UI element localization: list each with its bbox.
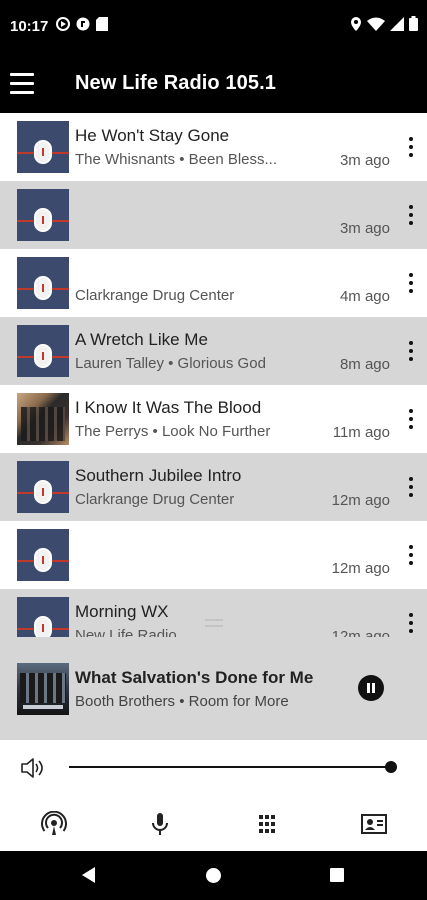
track-title: I Know It Was The Blood bbox=[75, 398, 262, 417]
now-playing-album-art bbox=[17, 663, 69, 715]
app-title: New Life Radio 105.1 bbox=[75, 72, 276, 94]
pause-button[interactable] bbox=[358, 675, 384, 701]
status-system-icons bbox=[350, 16, 418, 31]
track-row[interactable]: Southern Jubilee Intro Clarkrange Drug C… bbox=[0, 453, 427, 521]
more-options-icon[interactable] bbox=[405, 477, 417, 497]
app-status-icon bbox=[76, 17, 90, 31]
track-subtitle: New Life Radio bbox=[75, 627, 177, 637]
album-art bbox=[17, 597, 69, 637]
grid-icon[interactable] bbox=[253, 811, 281, 837]
status-time: 10:17 bbox=[10, 18, 49, 35]
album-art bbox=[17, 529, 69, 581]
track-time: 12m ago bbox=[331, 560, 390, 577]
more-options-icon[interactable] bbox=[405, 273, 417, 293]
volume-icon[interactable] bbox=[20, 757, 44, 779]
podcast-icon[interactable] bbox=[40, 811, 68, 837]
track-subtitle: Lauren Talley • Glorious God bbox=[75, 355, 266, 372]
recently-played-list[interactable]: He Won't Stay Gone The Whisnants • Been … bbox=[0, 113, 427, 637]
album-art bbox=[17, 325, 69, 377]
track-row[interactable]: 12m ago bbox=[0, 521, 427, 589]
more-options-icon[interactable] bbox=[405, 409, 417, 429]
track-time: 8m ago bbox=[339, 356, 390, 373]
microphone-icon[interactable] bbox=[146, 811, 174, 837]
track-time: 11m ago bbox=[332, 424, 390, 441]
home-icon[interactable] bbox=[206, 868, 221, 883]
track-time: 12m ago bbox=[331, 628, 390, 637]
system-navigation-bar bbox=[0, 851, 427, 900]
now-playing-bar[interactable]: What Salvation's Done for Me Booth Broth… bbox=[0, 637, 427, 740]
track-row[interactable]: A Wretch Like Me Lauren Talley • Gloriou… bbox=[0, 317, 427, 385]
more-options-icon[interactable] bbox=[405, 137, 417, 157]
drag-handle[interactable] bbox=[205, 619, 223, 627]
track-subtitle: The Perrys • Look No Further bbox=[75, 423, 271, 440]
track-row[interactable]: Clarkrange Drug Center 4m ago bbox=[0, 249, 427, 317]
contact-card-icon[interactable] bbox=[360, 811, 388, 837]
status-bar: 10:17 bbox=[0, 0, 427, 54]
track-subtitle: The Whisnants • Been Bless... bbox=[75, 151, 278, 168]
battery-icon bbox=[409, 16, 418, 31]
volume-slider-thumb[interactable] bbox=[385, 761, 397, 773]
more-options-icon[interactable] bbox=[405, 545, 417, 565]
track-title: Southern Jubilee Intro bbox=[75, 466, 242, 485]
album-art bbox=[17, 461, 69, 513]
album-art bbox=[17, 393, 69, 445]
album-art bbox=[17, 257, 69, 309]
status-notification-icons bbox=[56, 17, 108, 31]
album-art bbox=[17, 121, 69, 173]
now-playing-title: What Salvation's Done for Me bbox=[75, 668, 314, 687]
track-row[interactable]: Morning WX New Life Radio 12m ago bbox=[0, 589, 427, 637]
track-title: A Wretch Like Me bbox=[75, 330, 208, 349]
hamburger-menu-icon[interactable] bbox=[10, 68, 36, 98]
track-subtitle: Clarkrange Drug Center bbox=[75, 287, 235, 304]
track-subtitle: Clarkrange Drug Center bbox=[75, 491, 235, 508]
player-controls-panel bbox=[0, 740, 427, 851]
now-playing-subtitle: Booth Brothers • Room for More bbox=[75, 693, 289, 710]
signal-icon bbox=[390, 16, 404, 31]
track-time: 3m ago bbox=[339, 152, 390, 169]
more-options-icon[interactable] bbox=[405, 613, 417, 633]
track-row[interactable]: He Won't Stay Gone The Whisnants • Been … bbox=[0, 113, 427, 181]
sd-card-icon bbox=[96, 17, 108, 31]
track-title: Morning WX bbox=[75, 602, 169, 621]
track-row[interactable]: I Know It Was The Blood The Perrys • Loo… bbox=[0, 385, 427, 453]
volume-slider-track[interactable] bbox=[69, 766, 391, 768]
track-time: 4m ago bbox=[339, 288, 390, 305]
track-title: He Won't Stay Gone bbox=[75, 126, 230, 145]
cast-status-icon bbox=[56, 17, 70, 31]
app-bar: New Life Radio 105.1 bbox=[0, 54, 427, 113]
more-options-icon[interactable] bbox=[405, 205, 417, 225]
track-time: 3m ago bbox=[339, 220, 390, 237]
back-icon[interactable] bbox=[82, 867, 95, 883]
location-icon bbox=[351, 16, 361, 31]
recent-apps-icon[interactable] bbox=[330, 868, 344, 882]
track-row[interactable]: 3m ago bbox=[0, 181, 427, 249]
wifi-icon bbox=[367, 17, 385, 31]
track-time: 12m ago bbox=[331, 492, 390, 509]
album-art bbox=[17, 189, 69, 241]
more-options-icon[interactable] bbox=[405, 341, 417, 361]
